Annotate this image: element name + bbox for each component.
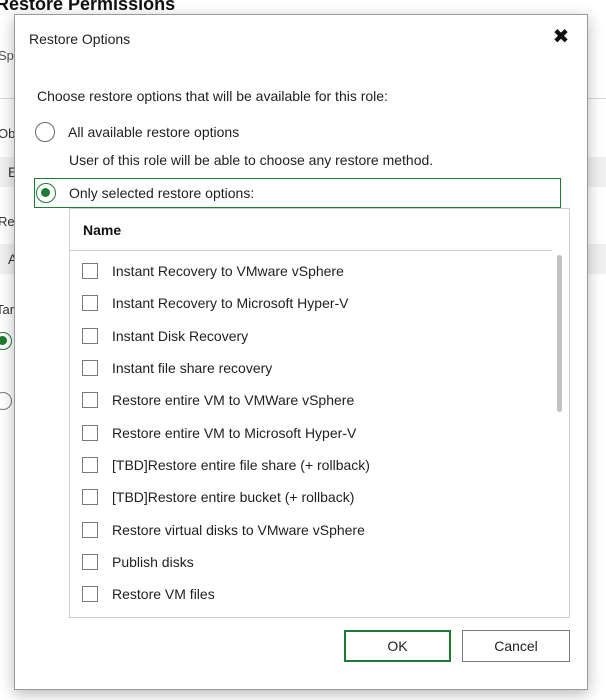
- list-item-label: Restore virtual disks to VMware vSphere: [112, 521, 365, 538]
- close-icon[interactable]: ✖: [547, 23, 575, 51]
- list-scrollbar[interactable]: [551, 251, 569, 617]
- background-page-title: Restore Permissions: [0, 0, 176, 14]
- column-header-name: Name: [83, 222, 122, 238]
- list-item[interactable]: Restore virtual disks to VMware vSphere: [70, 513, 552, 545]
- list-item[interactable]: [TBD]Restore entire file share (+ rollba…: [70, 449, 552, 481]
- dialog-title: Restore Options: [29, 31, 131, 47]
- list-item-label: Restore entire VM to VMWare vSphere: [112, 392, 355, 409]
- cancel-button[interactable]: Cancel: [462, 630, 570, 662]
- radio-button[interactable]: [35, 122, 55, 142]
- background-page-subtitle: Sp: [0, 48, 14, 63]
- ok-button[interactable]: OK: [344, 630, 451, 662]
- list-item-label: Instant Recovery to VMware vSphere: [112, 263, 344, 280]
- background-radio-selected: [0, 332, 12, 350]
- radio-only-selected-options[interactable]: Only selected restore options:: [34, 178, 561, 208]
- list-item-label: Instant file share recovery: [112, 360, 273, 377]
- checkbox[interactable]: [82, 553, 98, 570]
- scrollbar-thumb[interactable]: [557, 255, 562, 412]
- radio-all-label: All available restore options: [68, 124, 240, 140]
- background-radio: [0, 392, 12, 410]
- background-restore-label: Re: [0, 214, 15, 229]
- checkbox[interactable]: [82, 586, 98, 603]
- restore-options-list: Name Instant Recovery to VMware vSphere …: [69, 208, 570, 618]
- checkbox[interactable]: [82, 521, 98, 538]
- list-item-label: Restore VM files: [112, 586, 215, 603]
- checkbox[interactable]: [82, 295, 98, 312]
- radio-selected-label: Only selected restore options:: [69, 185, 255, 201]
- list-item[interactable]: Restore entire VM to Microsoft Hyper-V: [70, 416, 552, 448]
- radio-all-restore-options[interactable]: All available restore options: [35, 118, 239, 146]
- list-item[interactable]: Instant Recovery to Microsoft Hyper-V: [70, 287, 552, 319]
- radio-button-selected[interactable]: [36, 183, 56, 203]
- restore-options-dialog: Restore Options ✖ Choose restore options…: [14, 14, 588, 690]
- checkbox[interactable]: [82, 327, 98, 344]
- list-item[interactable]: Instant file share recovery: [70, 352, 552, 384]
- list-item[interactable]: [TBD]Restore entire bucket (+ rollback): [70, 481, 552, 513]
- list-item-label: [TBD]Restore entire bucket (+ rollback): [112, 489, 355, 506]
- dialog-prompt: Choose restore options that will be avai…: [37, 88, 388, 104]
- checkbox[interactable]: [82, 360, 98, 377]
- list-item-label: Instant Recovery to Microsoft Hyper-V: [112, 295, 349, 312]
- list-item-label: Publish disks: [112, 553, 194, 570]
- list-item[interactable]: Instant Disk Recovery: [70, 320, 552, 352]
- checkbox[interactable]: [82, 263, 98, 280]
- checkbox[interactable]: [82, 456, 98, 473]
- list-item[interactable]: Instant Recovery to VMware vSphere: [70, 255, 552, 287]
- list-item[interactable]: [70, 610, 552, 617]
- list-item[interactable]: Publish disks: [70, 546, 552, 578]
- radio-all-hint: User of this role will be able to choose…: [69, 152, 434, 168]
- dialog-titlebar: Restore Options ✖: [15, 15, 587, 61]
- list-rows: Instant Recovery to VMware vSphere Insta…: [70, 255, 552, 617]
- checkbox[interactable]: [82, 489, 98, 506]
- list-item[interactable]: Restore VM files: [70, 578, 552, 610]
- list-column-header[interactable]: Name: [70, 209, 552, 251]
- checkbox[interactable]: [82, 392, 98, 409]
- list-item[interactable]: Restore entire VM to VMWare vSphere: [70, 384, 552, 416]
- list-item-label: Instant Disk Recovery: [112, 327, 249, 344]
- list-item-label: Restore entire VM to Microsoft Hyper-V: [112, 424, 357, 441]
- list-item-label: [TBD]Restore entire file share (+ rollba…: [112, 456, 370, 473]
- background-target-label: Tar: [0, 302, 15, 317]
- checkbox[interactable]: [82, 424, 98, 441]
